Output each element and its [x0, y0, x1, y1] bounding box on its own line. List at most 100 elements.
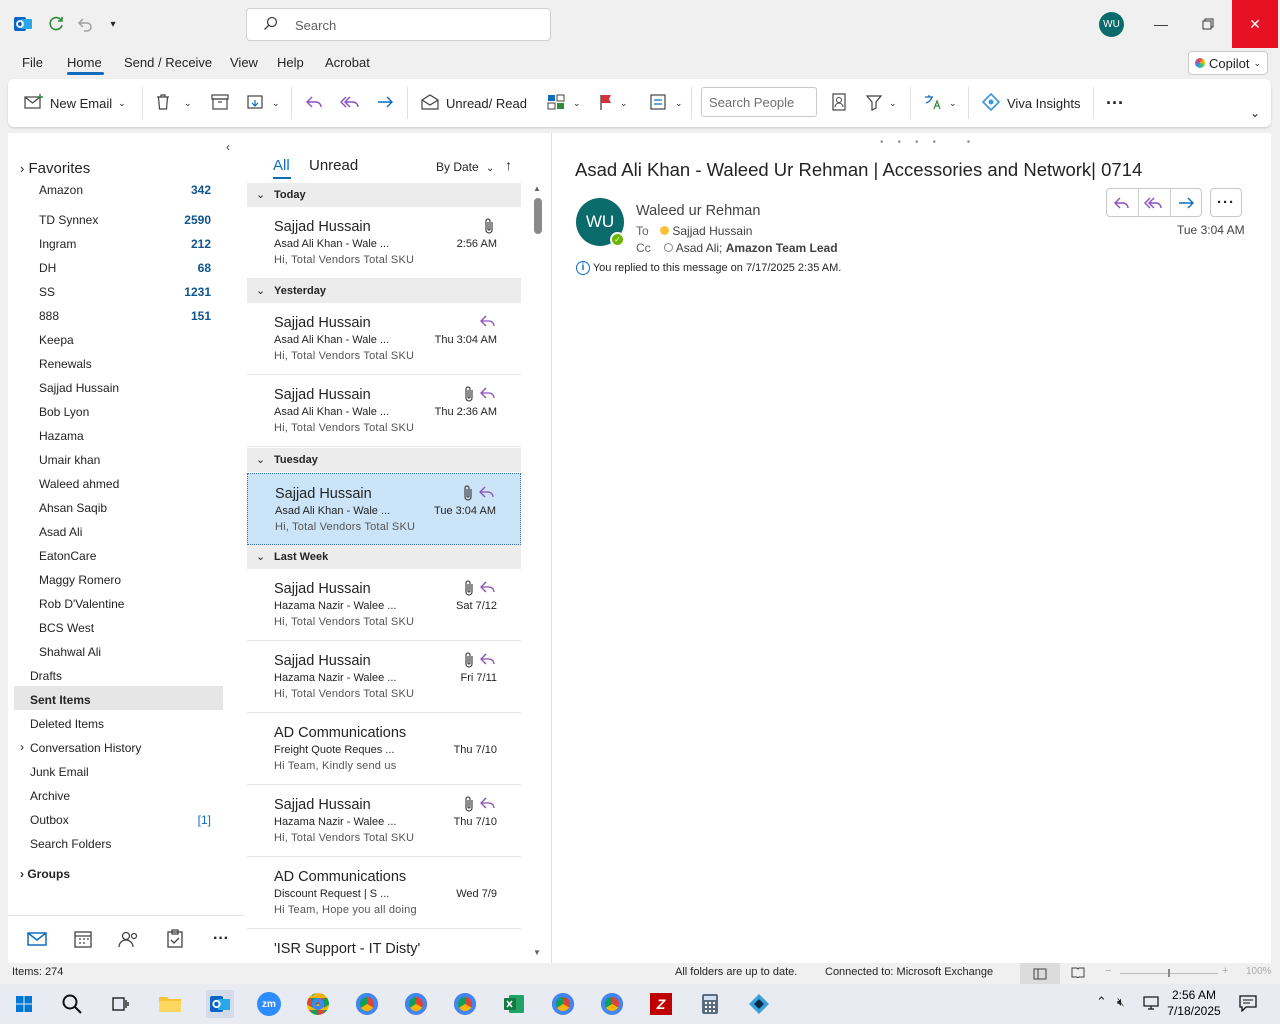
excel-icon[interactable]	[500, 990, 528, 1018]
people-icon[interactable]	[117, 928, 141, 950]
folder-item[interactable]: Bob Lyon	[14, 401, 223, 421]
sort-dropdown[interactable]: By Date ⌄	[436, 160, 494, 174]
categorize-button[interactable]: ⌄	[547, 91, 581, 115]
chrome-profile-icon[interactable]	[549, 990, 577, 1018]
folder-item[interactable]: Shahwal Ali	[14, 641, 223, 661]
menu-file[interactable]: File	[22, 55, 43, 70]
date-group-header[interactable]: ⌄ Today	[247, 183, 521, 207]
reply-all-icon[interactable]	[1138, 188, 1170, 217]
forward-icon[interactable]	[1170, 188, 1202, 217]
close-icon[interactable]: ✕	[1232, 0, 1278, 48]
tasks-icon[interactable]	[163, 928, 187, 950]
more-apps-icon[interactable]: ···	[209, 928, 233, 950]
undo-icon[interactable]	[73, 12, 97, 36]
zoom-slider-thumb[interactable]	[1168, 969, 1170, 977]
menu-send-receive[interactable]: Send / Receive	[124, 55, 212, 70]
chevron-up-icon[interactable]: ⌃	[1096, 994, 1107, 1010]
mail-icon[interactable]	[25, 928, 49, 950]
scroll-down-icon[interactable]: ▼	[533, 948, 541, 957]
folder-item-sent-items[interactable]: Sent Items	[14, 689, 223, 709]
message-list-item[interactable]: 'ISR Support - IT Disty'	[247, 929, 521, 960]
volume-muted-icon[interactable]: 🔇︎	[1117, 995, 1125, 1010]
reply-icon[interactable]	[1106, 188, 1138, 217]
folder-item[interactable]: Keepa	[14, 329, 223, 349]
taskbar-search-icon[interactable]	[58, 990, 86, 1018]
new-email-button[interactable]: New Email ⌄	[24, 91, 126, 115]
folder-item[interactable]: Umair khan	[14, 449, 223, 469]
menu-home[interactable]: Home	[67, 55, 102, 70]
folder-item[interactable]: DH 68	[14, 257, 223, 277]
more-actions-icon[interactable]: ···	[1210, 188, 1242, 217]
folder-item[interactable]: Sajjad Hussain	[14, 377, 223, 397]
folder-item[interactable]: Asad Ali	[14, 521, 223, 541]
sender-name[interactable]: Waleed ur Rehman	[636, 203, 760, 219]
move-button[interactable]: ⌄	[246, 91, 280, 115]
chrome-icon[interactable]	[304, 990, 332, 1018]
user-avatar[interactable]: WU	[1099, 12, 1124, 37]
address-book-button[interactable]	[830, 91, 848, 115]
clock[interactable]: 2:56 AM 7/18/2025	[1166, 987, 1222, 1019]
flag-button[interactable]: ⌄	[598, 91, 628, 115]
date-group-header[interactable]: ⌄ Last Week	[247, 545, 521, 569]
tab-unread[interactable]: Unread	[309, 157, 358, 174]
file-explorer-icon[interactable]	[156, 990, 184, 1018]
app-diamond-icon[interactable]	[745, 990, 773, 1018]
drag-handle[interactable]: •••• •	[880, 137, 984, 148]
message-list-item[interactable]: Sajjad Hussain Asad Ali Khan - Wale ... Hi…	[247, 375, 521, 447]
to-recipient[interactable]: Sajjad Hussain	[672, 224, 752, 238]
scrollbar-thumb[interactable]	[534, 198, 542, 234]
folder-item[interactable]: Hazama	[14, 425, 223, 445]
search-input[interactable]: Search	[246, 8, 551, 41]
folder-item-deleted-items[interactable]: Deleted Items	[14, 713, 223, 733]
message-list-item[interactable]: Sajjad Hussain Hazama Nazir - Walee ... Hi…	[247, 641, 521, 713]
groups-header[interactable]: › Groups	[20, 867, 70, 881]
folder-item-outbox[interactable]: Outbox [1]	[14, 809, 223, 829]
notifications-icon[interactable]	[1238, 994, 1258, 1015]
minimize-icon[interactable]: —	[1138, 0, 1184, 48]
favorites-header[interactable]: › Favorites	[20, 160, 90, 177]
zoom-in-icon[interactable]: +	[1222, 965, 1228, 977]
reply-button[interactable]	[304, 91, 324, 115]
message-list-item[interactable]: AD Communications Discount Request | S ..…	[247, 857, 521, 929]
task-view-icon[interactable]	[106, 990, 134, 1018]
message-list-item[interactable]: Sajjad Hussain Hazama Nazir - Walee ... Hi…	[247, 569, 521, 641]
delete-button[interactable]: ⌄	[154, 91, 192, 115]
chrome-profile-icon[interactable]	[451, 990, 479, 1018]
folder-item-archive[interactable]: Archive	[14, 785, 223, 805]
folder-item-junk-email[interactable]: Junk Email	[14, 761, 223, 781]
cc-recipient[interactable]: Asad Ali;	[676, 241, 723, 255]
folder-item-conversation-history[interactable]: › Conversation History	[14, 737, 223, 757]
folder-item[interactable]: SS 1231	[14, 281, 223, 301]
message-list-item[interactable]: Sajjad Hussain Asad Ali Khan - Wale ... Hi…	[247, 473, 521, 545]
folder-item[interactable]: Ingram 212	[14, 233, 223, 253]
archive-button[interactable]	[210, 91, 230, 115]
menu-view[interactable]: View	[230, 55, 258, 70]
folder-item[interactable]: Amazon 342	[14, 183, 223, 199]
message-list-item[interactable]: Sajjad Hussain Asad Ali Khan - Wale ... Hi…	[247, 303, 521, 375]
viva-insights-button[interactable]: Viva Insights	[981, 91, 1080, 115]
menu-help[interactable]: Help	[277, 55, 304, 70]
scroll-up-icon[interactable]: ▲	[533, 184, 541, 193]
zoom-out-icon[interactable]: −	[1105, 965, 1111, 977]
sort-direction-icon[interactable]: ↑	[505, 157, 512, 173]
folder-item[interactable]: BCS West	[14, 617, 223, 637]
folder-item[interactable]: Maggy Romero	[14, 569, 223, 589]
chrome-profile-icon[interactable]	[598, 990, 626, 1018]
chrome-profile-icon[interactable]	[402, 990, 430, 1018]
filezilla-icon[interactable]: Z	[647, 990, 675, 1018]
message-list-item[interactable]: Sajjad Hussain Asad Ali Khan - Wale ... Hi…	[247, 207, 521, 279]
copilot-button[interactable]: Copilot ⌄	[1188, 51, 1268, 75]
chrome-profile-icon[interactable]	[353, 990, 381, 1018]
message-list-item[interactable]: Sajjad Hussain Hazama Nazir - Walee ... Hi…	[247, 785, 521, 857]
calculator-icon[interactable]	[696, 990, 724, 1018]
zoom-app-icon[interactable]: zm	[255, 990, 283, 1018]
normal-view-icon[interactable]	[1020, 963, 1060, 984]
folder-item[interactable]: Renewals	[14, 353, 223, 373]
translate-button[interactable]: ⌄	[923, 91, 957, 115]
menu-acrobat[interactable]: Acrobat	[325, 55, 370, 70]
folder-item[interactable]: Rob D'Valentine	[14, 593, 223, 613]
folder-item[interactable]: TD Synnex 2590	[14, 209, 223, 229]
tab-all[interactable]: All	[273, 157, 290, 174]
folder-item[interactable]: 888 151	[14, 305, 223, 325]
filter-email-button[interactable]: ⌄	[865, 91, 897, 115]
